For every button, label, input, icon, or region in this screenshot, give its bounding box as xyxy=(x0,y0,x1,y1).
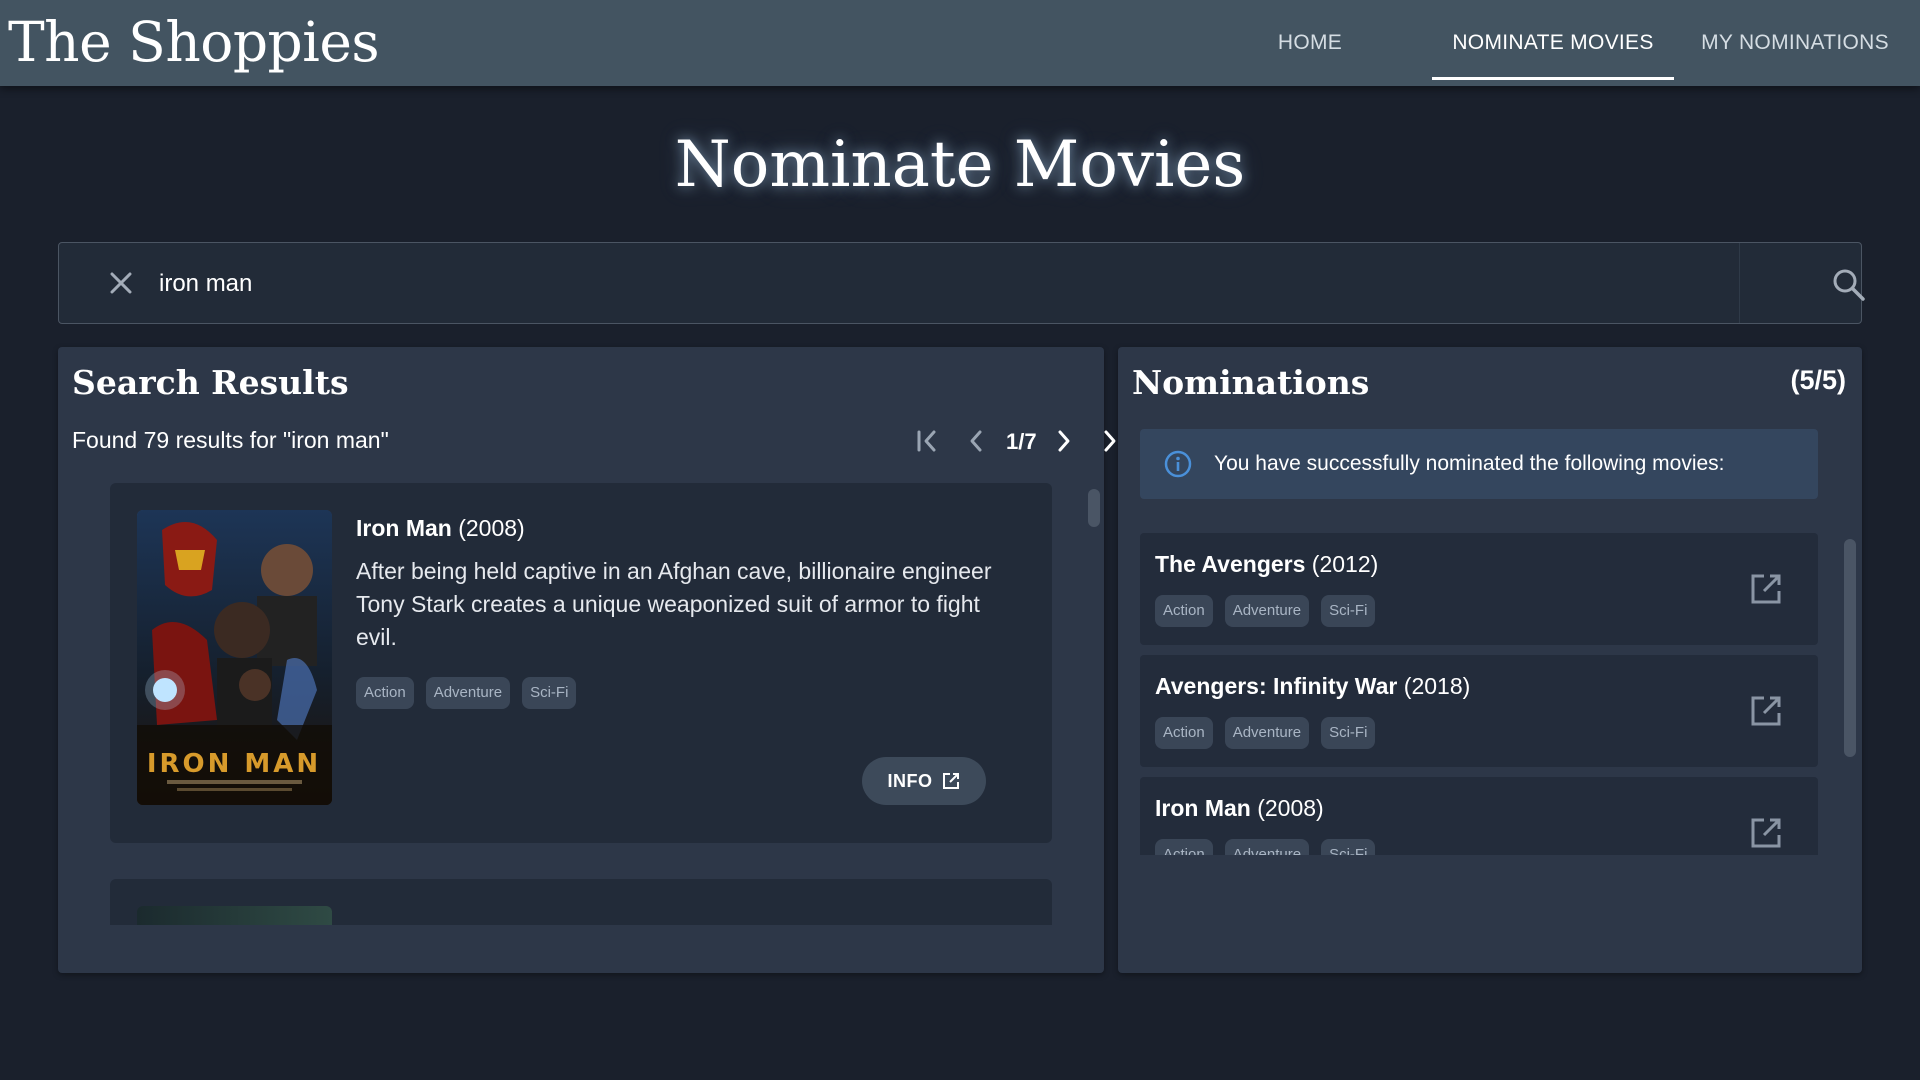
external-link-icon[interactable] xyxy=(1748,571,1784,607)
alert-message: You have successfully nominated the foll… xyxy=(1214,452,1725,475)
active-tab-indicator xyxy=(1432,77,1674,80)
nomination-name: Iron Man xyxy=(1155,795,1251,821)
results-scrollbar[interactable] xyxy=(1088,489,1100,527)
movie-year: (2008) xyxy=(458,515,525,541)
genre-tags: Action Adventure Sci-Fi xyxy=(356,677,577,709)
movie-poster xyxy=(137,906,332,925)
nomination-item: Avengers: Infinity War (2018) Action Adv… xyxy=(1140,655,1818,767)
chevron-left-icon[interactable] xyxy=(962,427,990,455)
nomination-year: (2012) xyxy=(1311,551,1379,577)
search-divider xyxy=(1739,243,1740,323)
movie-description: After being held captive in an Afghan ca… xyxy=(356,558,992,650)
nomination-title: Avengers: Infinity War (2018) xyxy=(1155,673,1470,700)
movie-card xyxy=(110,879,1052,925)
external-link-icon[interactable] xyxy=(1748,815,1784,851)
chevron-right-icon[interactable] xyxy=(1050,427,1078,455)
nominations-list: The Avengers (2012) Action Adventure Sci… xyxy=(1118,533,1862,855)
nav-nominate-movies-label: NOMINATE MOVIES xyxy=(1452,31,1654,54)
results-list: IRON MAN Iron Man (2008) After being hel… xyxy=(110,483,1052,925)
genre-tag: Adventure xyxy=(1224,717,1310,749)
genre-tag: Adventure xyxy=(1224,839,1310,855)
genre-tag: Action xyxy=(1155,595,1213,627)
nav-home[interactable]: HOME xyxy=(1240,0,1380,86)
genre-tag: Sci-Fi xyxy=(1321,839,1376,855)
info-icon xyxy=(1164,450,1192,483)
nomination-name: Avengers: Infinity War xyxy=(1155,673,1398,699)
nomination-name: The Avengers xyxy=(1155,551,1306,577)
nomination-title: Iron Man (2008) xyxy=(1155,795,1324,822)
nomination-item: Iron Man (2008) Action Adventure Sci-Fi xyxy=(1140,777,1818,855)
genre-tag: Adventure xyxy=(425,677,511,709)
nominations-title: Nominations xyxy=(1132,363,1370,402)
results-summary: Found 79 results for "iron man" xyxy=(72,427,389,453)
movie-name: Iron Man xyxy=(356,515,452,541)
info-button[interactable]: INFO xyxy=(862,757,986,805)
info-button-label: INFO xyxy=(887,770,933,791)
nomination-item: The Avengers (2012) Action Adventure Sci… xyxy=(1140,533,1818,645)
nominations-scrollbar[interactable] xyxy=(1844,539,1856,757)
app-header: The Shoppies HOME NOMINATE MOVIES MY NOM… xyxy=(0,0,1920,86)
genre-tags: Action Adventure Sci-Fi xyxy=(1155,595,1376,627)
genre-tag: Sci-Fi xyxy=(1321,717,1376,749)
nominations-count: (5/5) xyxy=(1790,365,1846,395)
genre-tag: Action xyxy=(1155,839,1213,855)
poster-title-art: IRON MAN xyxy=(147,749,321,779)
search-bar xyxy=(58,242,1865,324)
genre-tags: Action Adventure Sci-Fi xyxy=(1155,717,1376,749)
movie-poster: IRON MAN xyxy=(137,510,332,805)
nomination-title: The Avengers (2012) xyxy=(1155,551,1378,578)
search-input[interactable] xyxy=(157,261,1461,307)
pagination: 1/7 xyxy=(858,421,1138,461)
first-page-icon[interactable] xyxy=(914,427,942,455)
external-link-icon xyxy=(942,773,959,789)
nominations-panel: Nominations (5/5) You have successfully … xyxy=(1118,347,1862,973)
genre-tag: Action xyxy=(356,677,414,709)
success-alert: You have successfully nominated the foll… xyxy=(1140,429,1818,499)
page-title: Nominate Movies xyxy=(674,128,1246,202)
genre-tags: Action Adventure Sci-Fi xyxy=(1155,839,1376,855)
close-icon[interactable] xyxy=(103,265,139,301)
movie-card: IRON MAN Iron Man (2008) After being hel… xyxy=(110,483,1052,843)
app-logo[interactable]: The Shoppies xyxy=(8,8,380,76)
genre-tag: Sci-Fi xyxy=(1321,595,1376,627)
search-results-title: Search Results xyxy=(72,363,349,402)
movie-title: Iron Man (2008) xyxy=(356,515,525,542)
external-link-icon[interactable] xyxy=(1748,693,1784,729)
nav-my-nominations[interactable]: MY NOMINATIONS xyxy=(1690,0,1900,86)
nomination-year: (2018) xyxy=(1403,673,1471,699)
search-results-panel: Search Results Found 79 results for "iro… xyxy=(58,347,1123,973)
genre-tag: Adventure xyxy=(1224,595,1310,627)
genre-tag: Action xyxy=(1155,717,1213,749)
nomination-year: (2008) xyxy=(1257,795,1324,821)
page-indicator: 1/7 xyxy=(1006,429,1037,454)
search-icon[interactable] xyxy=(1829,265,1869,305)
nav-nominate-movies[interactable]: NOMINATE MOVIES xyxy=(1432,0,1674,86)
genre-tag: Sci-Fi xyxy=(522,677,577,709)
